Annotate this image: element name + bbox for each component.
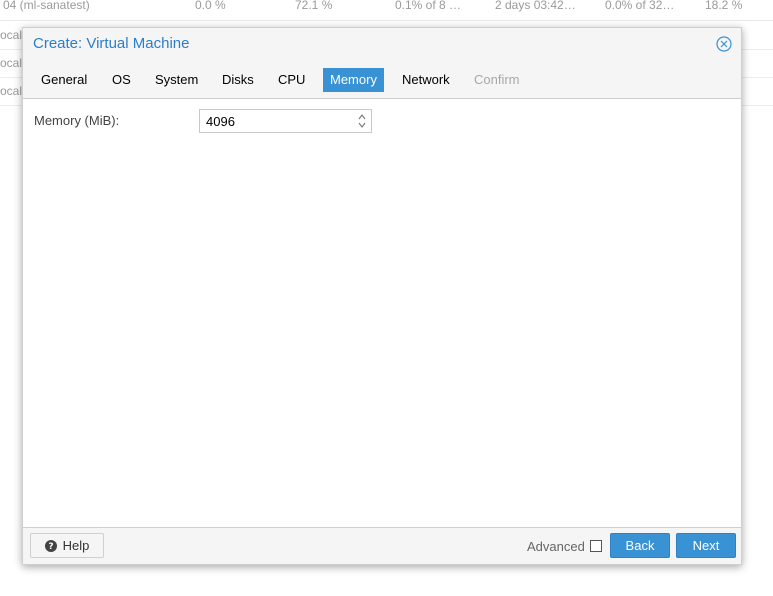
dialog-header[interactable]: Create: Virtual Machine: [23, 28, 741, 60]
tab-confirm: Confirm: [474, 72, 520, 87]
tab-general[interactable]: General: [34, 68, 94, 92]
tab-os[interactable]: OS: [105, 68, 138, 92]
table-cell: 04 (ml-sanatest): [3, 0, 90, 12]
next-button[interactable]: Next: [676, 533, 736, 558]
question-circle-icon: ?: [44, 536, 57, 552]
table-cell: 0.0 %: [195, 0, 226, 12]
memory-panel: Memory (MiB):: [23, 99, 741, 528]
advanced-checkbox[interactable]: [590, 540, 602, 552]
wizard-tab-bar: General OS System Disks CPU Memory Netwo…: [23, 64, 741, 99]
memory-field-label: Memory (MiB):: [34, 113, 120, 128]
tab-system[interactable]: System: [148, 68, 205, 92]
table-cell: ocal: [0, 56, 23, 70]
create-vm-dialog: Create: Virtual Machine General OS Syste…: [22, 27, 742, 565]
table-cell: 18.2 %: [705, 0, 743, 12]
table-cell: ocal: [0, 28, 23, 42]
tab-cpu[interactable]: CPU: [271, 68, 312, 92]
table-cell: 0.1% of 8 …: [395, 0, 462, 12]
table-cell: 0.0% of 32…: [605, 0, 675, 12]
dialog-title: Create: Virtual Machine: [33, 35, 190, 52]
table-row[interactable]: 04 (ml-sanatest) 0.0 % 72.1 % 0.1% of 8 …: [0, 0, 773, 21]
tab-memory[interactable]: Memory: [323, 68, 384, 92]
table-cell: 72.1 %: [295, 0, 333, 12]
tab-network[interactable]: Network: [395, 68, 457, 92]
memory-input[interactable]: [200, 110, 356, 132]
svg-text:?: ?: [48, 542, 53, 552]
help-button-label: Help: [62, 538, 90, 553]
close-icon[interactable]: [716, 36, 732, 52]
table-cell: ocal: [0, 84, 23, 98]
back-button[interactable]: Back: [610, 533, 670, 558]
dialog-footer: ? Help Advanced Back Next: [23, 528, 741, 564]
tab-disks[interactable]: Disks: [215, 68, 261, 92]
spinner-arrows-icon[interactable]: [357, 113, 367, 129]
table-cell: 2 days 03:42…: [495, 0, 576, 12]
help-button[interactable]: ? Help: [30, 533, 104, 558]
advanced-label: Advanced: [527, 539, 585, 554]
memory-field[interactable]: [199, 109, 372, 133]
